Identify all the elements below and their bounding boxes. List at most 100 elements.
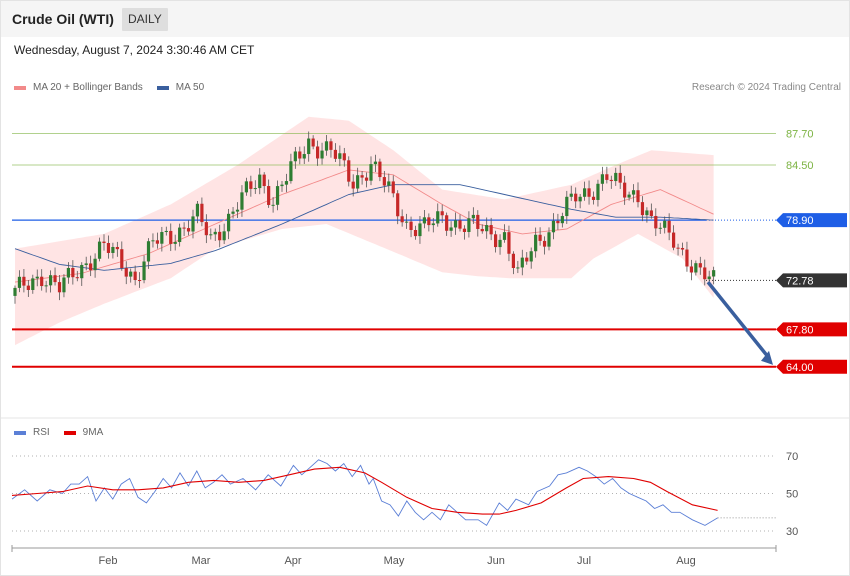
- candle-body: [538, 234, 542, 241]
- candle-body: [231, 211, 235, 214]
- candle-body: [436, 211, 440, 224]
- candle-body: [62, 277, 66, 293]
- candle-body: [471, 214, 475, 219]
- candle-body: [685, 249, 689, 267]
- bollinger-band-layer: [15, 116, 714, 346]
- rsi-tick-label: 30: [786, 526, 798, 538]
- x-tick-label: Jul: [577, 555, 591, 567]
- candle-body: [195, 203, 200, 217]
- candle-body: [458, 220, 462, 229]
- candle-body: [627, 194, 631, 198]
- candle-body: [302, 154, 306, 159]
- candle-body: [53, 275, 57, 283]
- candle-body: [271, 204, 275, 206]
- candle-body: [129, 271, 133, 277]
- candle-body: [102, 241, 106, 244]
- forecast-arrow-shaft: [706, 281, 770, 358]
- candle-body: [409, 221, 413, 231]
- candle-body: [164, 230, 168, 233]
- candle-body: [280, 184, 284, 187]
- candle-body: [22, 276, 26, 286]
- candle-body: [311, 138, 315, 147]
- candle-body: [494, 234, 498, 248]
- candle-body: [338, 153, 342, 159]
- candle-body: [169, 230, 173, 244]
- candle-body: [35, 276, 39, 279]
- candle-body: [222, 231, 226, 241]
- x-tick-label: Mar: [192, 555, 211, 567]
- candle-body: [707, 276, 711, 280]
- candle-body: [680, 247, 685, 250]
- candle-body: [209, 234, 213, 236]
- candle-body: [329, 141, 333, 150]
- candle-body: [502, 232, 507, 240]
- candle-body: [587, 188, 591, 197]
- x-axis-layer: Feb Mar Apr May Jun Jul Aug: [1, 417, 849, 567]
- candle-body: [84, 263, 88, 265]
- candle-body: [391, 181, 395, 194]
- candle-body: [258, 174, 262, 189]
- candle-body: [489, 225, 493, 235]
- candle-body: [235, 209, 240, 212]
- candle-body: [173, 242, 177, 244]
- candle-body: [71, 267, 75, 278]
- rsi-tick-label: 70: [786, 451, 798, 463]
- candle-body: [26, 285, 30, 290]
- rsi-panel-layer: 70 50 30: [11, 451, 798, 538]
- candle-body: [413, 230, 418, 237]
- candle-body: [467, 218, 471, 232]
- candle-body: [182, 227, 186, 229]
- support-label: 67.80: [786, 324, 814, 336]
- candle-body: [529, 251, 533, 262]
- candle-body: [605, 174, 609, 180]
- candle-body: [284, 181, 289, 185]
- candle-body: [565, 196, 569, 217]
- candle-body: [511, 253, 515, 268]
- candle-body: [249, 181, 253, 189]
- candle-body: [13, 287, 17, 296]
- candle-body: [227, 213, 231, 232]
- pivot-label: 78.90: [786, 215, 814, 227]
- candle-body: [485, 225, 489, 232]
- candle-body: [106, 243, 111, 253]
- candle-body: [17, 276, 22, 288]
- candle-body: [534, 234, 538, 252]
- candle-body: [449, 227, 453, 231]
- candle-body: [351, 181, 355, 189]
- candle-body: [253, 188, 257, 190]
- candle-body: [694, 263, 698, 273]
- candle-body: [387, 181, 391, 186]
- candle-body: [160, 232, 164, 244]
- candle-body: [631, 190, 636, 195]
- candle-body: [440, 211, 444, 216]
- candle-body: [369, 164, 373, 181]
- candle-body: [293, 151, 297, 162]
- candle-body: [320, 150, 324, 159]
- candle-body: [396, 193, 400, 217]
- resistance-label: 84.50: [786, 160, 814, 172]
- support-label: 64.00: [786, 362, 814, 374]
- candle-body: [516, 267, 520, 269]
- candle-body: [676, 247, 680, 249]
- resistance-label: 87.70: [786, 128, 814, 140]
- candle-body: [275, 186, 280, 205]
- candle-body: [525, 257, 529, 262]
- candle-body: [97, 241, 102, 259]
- candle-body: [93, 258, 97, 271]
- candle-body: [476, 214, 480, 229]
- candle-body: [31, 278, 35, 290]
- candle-body: [636, 190, 640, 203]
- candle-body: [155, 240, 159, 244]
- x-tick-label: Feb: [99, 555, 118, 567]
- chart-frame: Crude Oil (WTI) DAILY Wednesday, August …: [0, 0, 850, 576]
- candle-body: [191, 216, 195, 232]
- x-tick-label: Apr: [284, 555, 301, 567]
- candle-body: [347, 160, 351, 182]
- candle-body: [316, 146, 320, 159]
- candle-body: [244, 181, 248, 193]
- candle-body: [142, 261, 146, 281]
- candle-body: [382, 177, 386, 186]
- candle-body: [115, 246, 119, 250]
- candle-body: [663, 220, 667, 228]
- candle-body: [551, 220, 556, 233]
